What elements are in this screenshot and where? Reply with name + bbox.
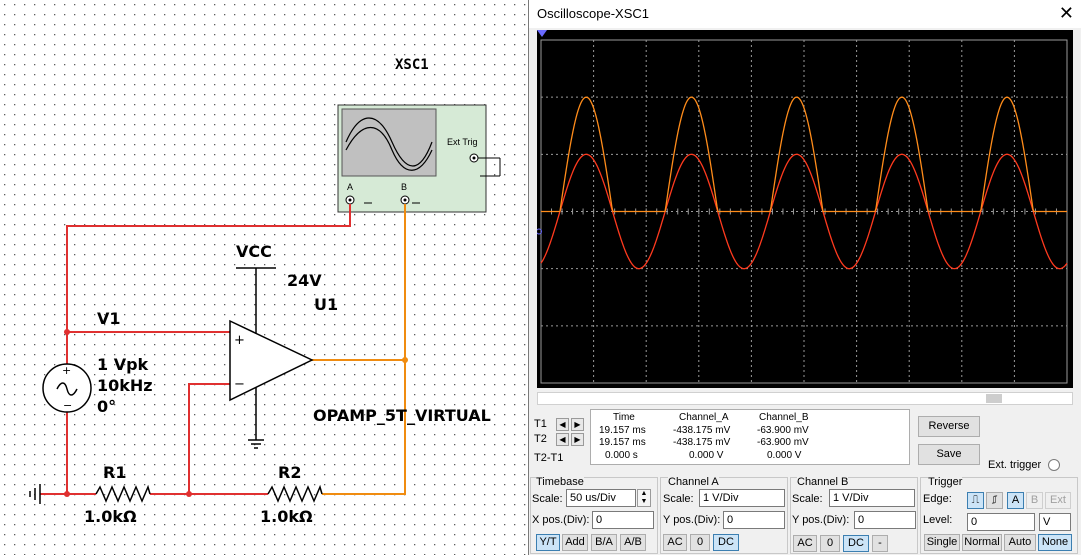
- svg-text:−: −: [63, 399, 72, 412]
- trigger-level-label: Level:: [923, 514, 953, 526]
- trigger-source-ext-button[interactable]: Ext: [1045, 492, 1071, 509]
- channel-b-scale-label: Scale:: [792, 493, 823, 505]
- readout-cell: 19.157 ms: [599, 437, 646, 448]
- save-button[interactable]: Save: [918, 444, 980, 465]
- yt-mode-button[interactable]: Y/T: [536, 534, 560, 551]
- trigger-title: Trigger: [928, 476, 963, 488]
- window-title: Oscilloscope-XSC1: [537, 6, 649, 21]
- channel-a-scale-field[interactable]: 1 V/Div: [699, 489, 785, 507]
- r2-value-label: 1.0kΩ: [260, 507, 313, 526]
- trigger-normal-button[interactable]: Normal: [962, 534, 1002, 551]
- t1-left-arrow-icon[interactable]: ◀: [556, 418, 569, 431]
- channel-a-title: Channel A: [668, 476, 719, 488]
- timebase-title: Timebase: [536, 476, 584, 488]
- readout-header-time: Time: [613, 412, 635, 423]
- readout-header-channel-b: Channel_B: [759, 412, 809, 423]
- ab-mode-button[interactable]: A/B: [620, 534, 646, 551]
- oscilloscope-ref-label: XSC1: [395, 57, 429, 73]
- trigger-source-a-button[interactable]: A: [1007, 492, 1024, 509]
- vcc-value-label: 24V: [287, 271, 322, 290]
- readout-cell: 0.000 V: [767, 450, 802, 461]
- svg-text:+: +: [62, 364, 71, 377]
- source-frequency-label: 10kHz: [97, 376, 153, 395]
- close-icon[interactable]: ✕: [1059, 4, 1074, 22]
- ext-trigger-terminal-icon[interactable]: [1048, 459, 1060, 471]
- channel-b-pin-label: B: [401, 182, 407, 192]
- junction-dot: [402, 357, 408, 363]
- timebase-scale-label: Scale:: [532, 493, 563, 505]
- channel-b-ypos-label: Y pos.(Div):: [792, 514, 850, 526]
- scope-background: [537, 30, 1073, 388]
- channel-b-invert-button[interactable]: -: [872, 535, 888, 552]
- readout-cell: 0.000 V: [689, 450, 724, 461]
- junction-dot: [64, 329, 70, 335]
- opamp-ref-label: U1: [314, 295, 338, 314]
- channel-b-title: Channel B: [797, 476, 849, 488]
- svg-text:−: −: [234, 377, 245, 392]
- readout-cell: -438.175 mV: [673, 437, 731, 448]
- source-amplitude-label: 1 Vpk: [97, 355, 149, 374]
- r1-ref-label: R1: [103, 463, 126, 482]
- readout-cell: 0.000 s: [605, 450, 638, 461]
- channel-b-dc-button[interactable]: DC: [843, 535, 869, 552]
- timebase-xpos-label: X pos.(Div):: [532, 514, 590, 526]
- readout-cell: 19.157 ms: [599, 425, 646, 436]
- source-phase-label: 0°: [97, 397, 116, 416]
- channel-a-ac-button[interactable]: AC: [663, 534, 687, 551]
- trigger-level-field[interactable]: 0: [967, 513, 1035, 531]
- opamp-model-label: OPAMP_5T_VIRTUAL: [313, 406, 491, 425]
- trigger-none-button[interactable]: None: [1038, 534, 1072, 551]
- t1-right-arrow-icon[interactable]: ▶: [571, 418, 584, 431]
- junction-dot: [186, 491, 192, 497]
- channel-a-pin-label: A: [347, 182, 353, 192]
- trigger-edge-label: Edge:: [923, 493, 952, 505]
- add-mode-button[interactable]: Add: [562, 534, 588, 551]
- channel-b-ypos-field[interactable]: 0: [854, 511, 916, 529]
- ext-trig-label: Ext Trig: [447, 137, 478, 147]
- falling-edge-icon[interactable]: ⎎: [986, 492, 1003, 509]
- cursor-readout-table: Time Channel_A Channel_B 19.157 ms -438.…: [590, 409, 910, 465]
- channel-a-dc-button[interactable]: DC: [713, 534, 739, 551]
- t2-t1-label: T2-T1: [534, 452, 564, 464]
- t2-label: T2: [534, 433, 547, 445]
- readout-cell: -438.175 mV: [673, 425, 731, 436]
- channel-a-zero-button[interactable]: 0: [690, 534, 710, 551]
- t2-right-arrow-icon[interactable]: ▶: [571, 433, 584, 446]
- r1-value-label: 1.0kΩ: [84, 507, 137, 526]
- junction-dot: [64, 491, 70, 497]
- t2-left-arrow-icon[interactable]: ◀: [556, 433, 569, 446]
- readout-header-channel-a: Channel_A: [679, 412, 729, 423]
- scope-display[interactable]: [537, 30, 1073, 388]
- readout-cell: -63.900 mV: [757, 425, 809, 436]
- ba-mode-button[interactable]: B/A: [591, 534, 617, 551]
- ext-trigger-label: Ext. trigger: [988, 459, 1042, 471]
- channel-b-ac-button[interactable]: AC: [793, 535, 817, 552]
- source-ref-label: V1: [97, 309, 121, 328]
- window-titlebar[interactable]: Oscilloscope-XSC1 ✕: [529, 0, 1081, 28]
- channel-a-scale-label: Scale:: [663, 493, 694, 505]
- schematic-grid: [0, 0, 528, 555]
- vcc-label: VCC: [236, 242, 272, 261]
- timebase-xpos-field[interactable]: 0: [592, 511, 654, 529]
- channel-a-ypos-field[interactable]: 0: [723, 511, 785, 529]
- rising-edge-icon[interactable]: ⎍: [967, 492, 984, 509]
- channel-b-zero-button[interactable]: 0: [820, 535, 840, 552]
- scrollbar-thumb[interactable]: [986, 394, 1002, 403]
- trigger-auto-button[interactable]: Auto: [1004, 534, 1036, 551]
- timebase-scale-field[interactable]: 50 us/Div: [566, 489, 636, 507]
- channel-b-scale-field[interactable]: 1 V/Div: [829, 489, 915, 507]
- reverse-button[interactable]: Reverse: [918, 416, 980, 437]
- trigger-level-unit-select[interactable]: V: [1039, 513, 1071, 531]
- trigger-single-button[interactable]: Single: [924, 534, 960, 551]
- horizontal-scrollbar[interactable]: [537, 392, 1073, 405]
- scale-spinner-icon[interactable]: ▲ ▼: [637, 489, 651, 507]
- t1-label: T1: [534, 418, 547, 430]
- ac-voltage-source[interactable]: + −: [42, 363, 92, 413]
- trigger-source-b-button[interactable]: B: [1026, 492, 1043, 509]
- r2-ref-label: R2: [278, 463, 301, 482]
- readout-cell: -63.900 mV: [757, 437, 809, 448]
- oscilloscope-instrument[interactable]: [337, 104, 501, 213]
- svg-text:+: +: [234, 333, 245, 348]
- channel-a-ypos-label: Y pos.(Div):: [663, 514, 721, 526]
